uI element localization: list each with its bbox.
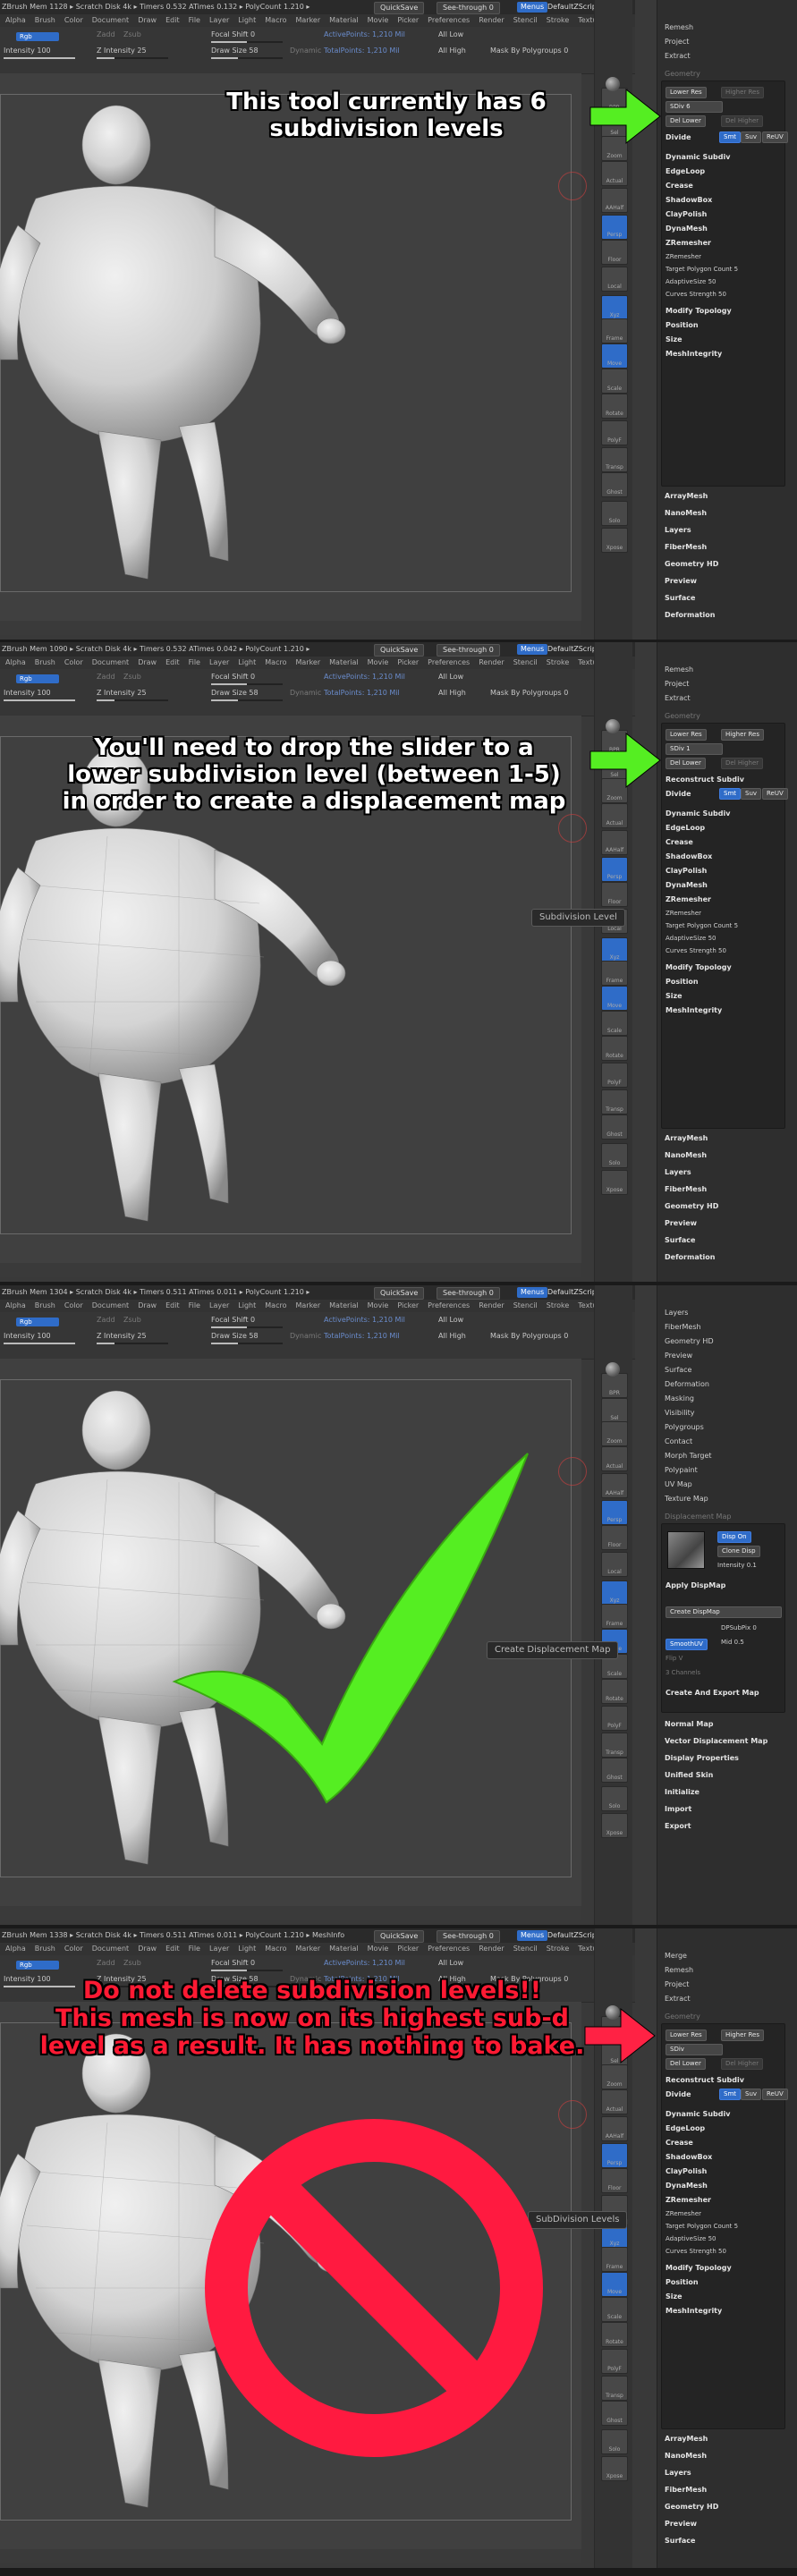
green-arrow-icon — [589, 732, 661, 789]
green-arrow-icon — [589, 88, 661, 145]
green-checkmark-icon — [172, 1453, 529, 1804]
red-arrow-icon — [584, 2007, 656, 2064]
annotation-arrows — [172, 88, 661, 2457]
prohibited-icon — [205, 2119, 543, 2457]
